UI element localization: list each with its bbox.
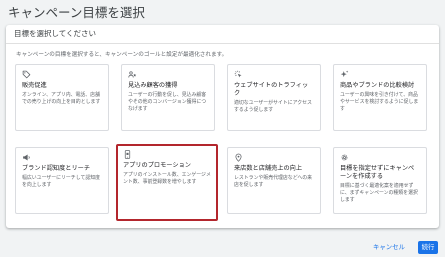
card-description: 幅広いユーザーにリーチして認知度を向上します [22, 175, 101, 188]
card-title: 商品やブランドの比較検討 [340, 82, 415, 89]
card-title: アプリのプロモーション [123, 162, 191, 169]
card-title: ウェブサイトのトラフィック [234, 82, 309, 97]
card-description: 適切なユーザーがサイトにアクセスするよう促します [234, 100, 312, 113]
objective-card-app-promotion[interactable]: アプリのプロモーション アプリのインストール数、エンゲージメント数、事前登録数を… [116, 144, 218, 221]
gear-icon [340, 153, 349, 162]
card-title: ブランド認知度とリーチ [22, 165, 91, 172]
sparkle-icon [340, 70, 349, 79]
page-title: キャンペーン目標を選択 [8, 5, 145, 20]
objective-card-leads[interactable]: 見込み顧客の獲得 ユーザーの行動を促し、見込み顧客やその他のコンバージョン獲得に… [121, 64, 215, 131]
objective-card-traffic[interactable]: ウェブサイトのトラフィック 適切なユーザーがサイトにアクセスするよう促します [227, 64, 321, 131]
cancel-button[interactable]: キャンセル [370, 241, 408, 254]
objective-card-consideration[interactable]: 商品やブランドの比較検討 ユーザーの興味を引き付けて、商品やサービスを検討するよ… [333, 64, 427, 131]
tag-icon [22, 70, 31, 79]
objective-card-store-visits[interactable]: 来店数と店舗売上の向上 レストランや販売代理店などへの来店を促します [227, 147, 321, 214]
panel-intro-text: キャンペーンの目標を選択すると、キャンペーンのゴールと設定が最適化されます。 [16, 52, 228, 58]
card-description: ユーザーの行動を促し、見込み顧客やその他のコンバージョン獲得につなげます [128, 92, 207, 112]
objective-panel: 目標を選択してください キャンペーンの目標を選択すると、キャンペーンのゴールと設… [6, 25, 439, 228]
card-description: オンライン、アプリ内、電話、店舗での売り上げの向上を目的とします [22, 92, 101, 105]
card-description: 目標に基づく最適化案を適用せずに、まずキャンペーンの種類を選択します [340, 183, 418, 203]
card-title: 見込み顧客の獲得 [128, 82, 178, 89]
megaphone-icon [22, 153, 31, 162]
people-star-icon [128, 70, 137, 79]
location-pin-icon [234, 153, 243, 162]
panel-header: 目標を選択してください [6, 25, 439, 44]
objective-card-sales[interactable]: 販売促進 オンライン、アプリ内、電話、店舗での売り上げの向上を目的とします [15, 64, 109, 131]
objective-card-awareness[interactable]: ブランド認知度とリーチ 幅広いユーザーにリーチして認知度を向上します [15, 147, 109, 214]
continue-button[interactable]: 続行 [418, 241, 438, 254]
card-description: レストランや販売代理店などへの来店を促します [234, 175, 313, 188]
card-title: 来店数と店舗売上の向上 [234, 165, 303, 172]
phone-app-icon [123, 150, 132, 159]
card-description: ユーザーの興味を引き付けて、商品やサービスを検討するように促します [340, 92, 419, 112]
card-title: 目標を指定せずにキャンペーンを作成する [340, 165, 415, 180]
cursor-click-icon [234, 70, 243, 79]
objective-card-no-goal[interactable]: 目標を指定せずにキャンペーンを作成する 目標に基づく最適化案を適用せずに、まずキ… [333, 147, 427, 214]
card-description: アプリのインストール数、エンゲージメント数、事前登録数を増やします [123, 172, 211, 185]
card-title: 販売促進 [22, 82, 47, 89]
